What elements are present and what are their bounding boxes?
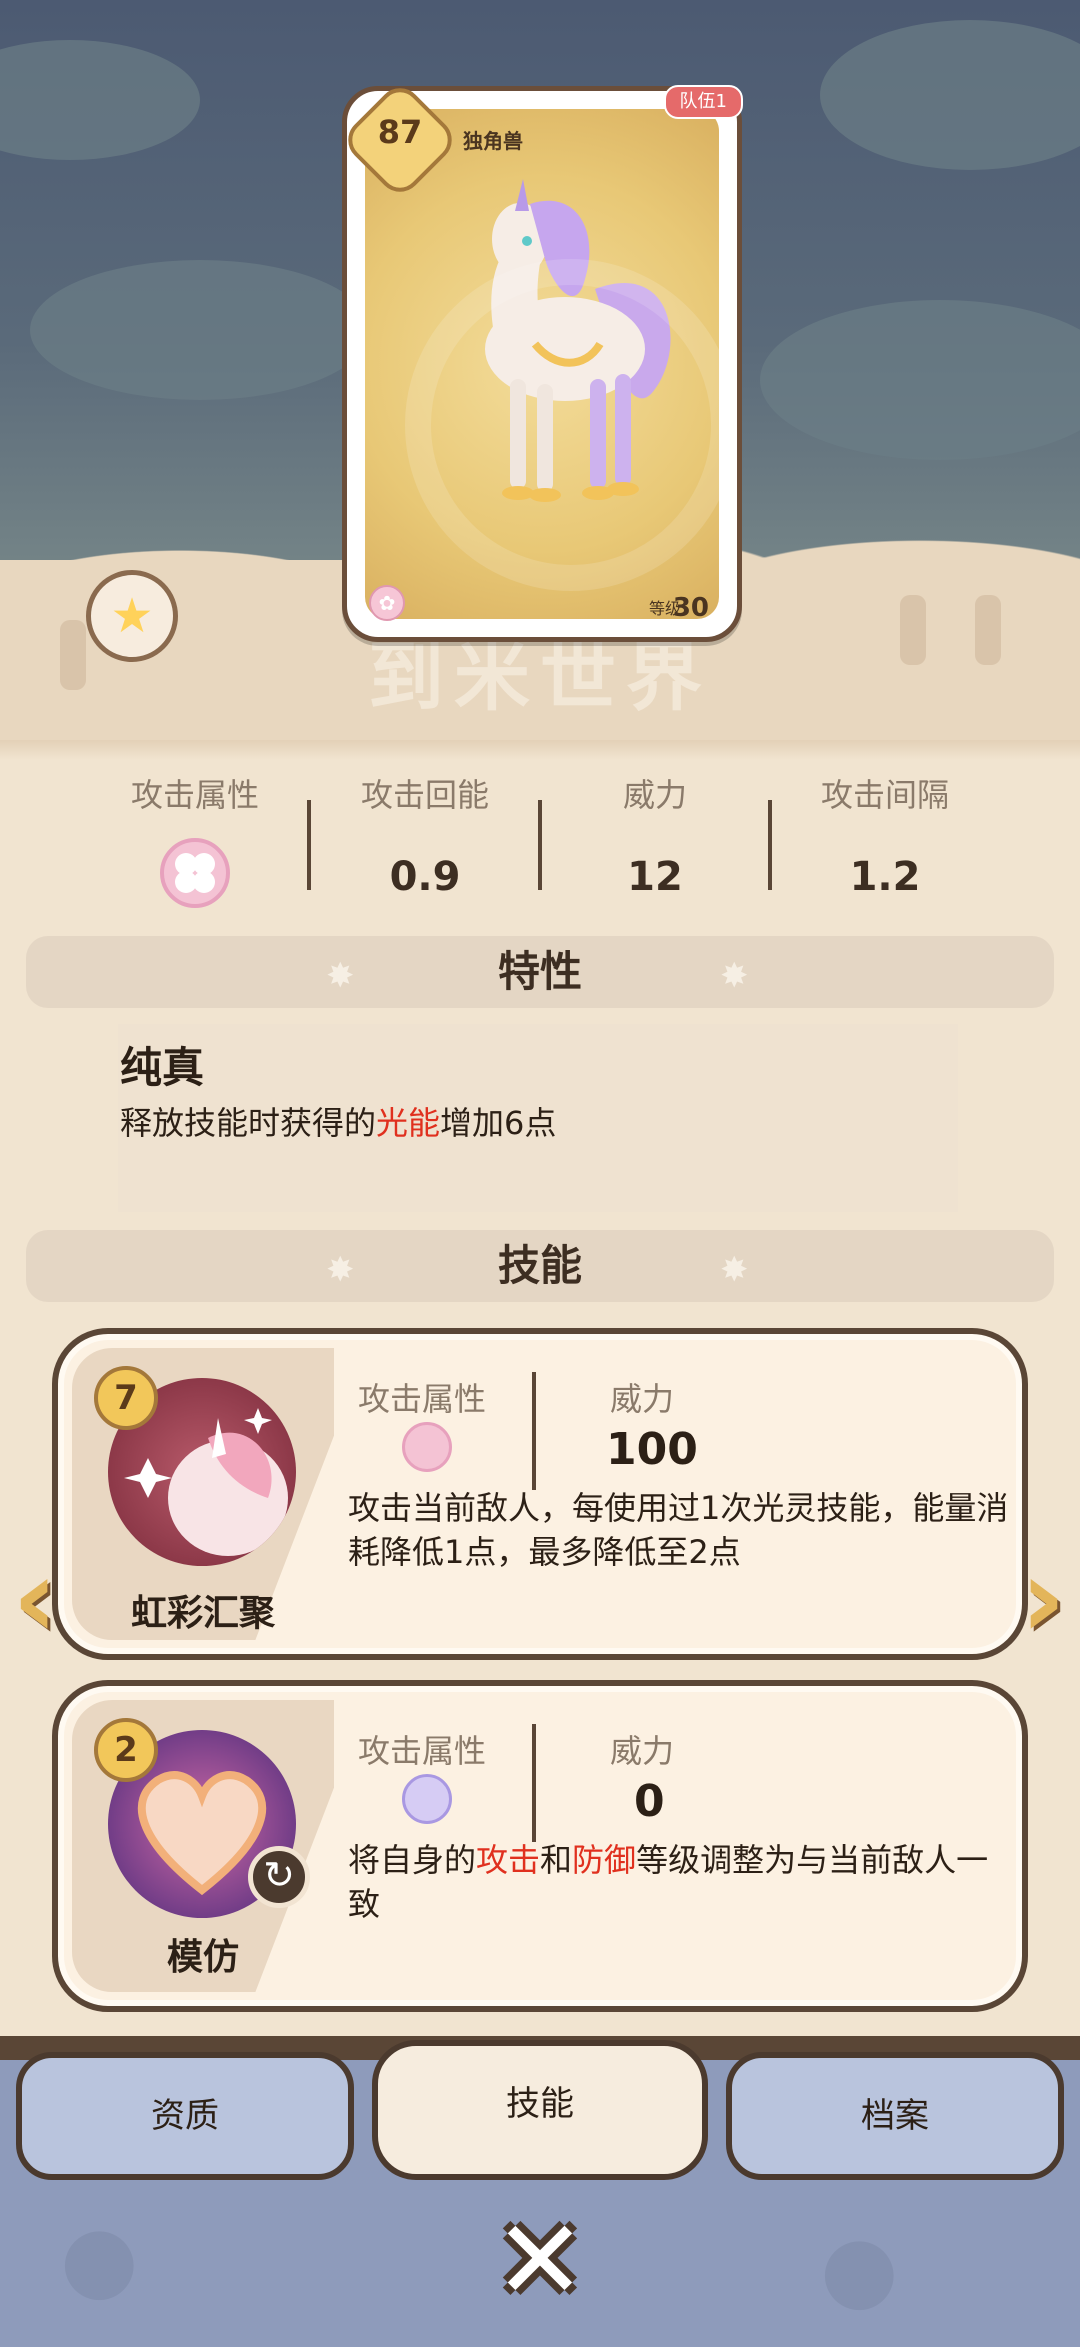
team-badge: 队伍1 xyxy=(663,85,743,119)
card-artwork xyxy=(365,109,719,619)
skill-power-label: 威力 xyxy=(610,1380,675,1418)
cloud xyxy=(30,260,370,400)
fence-post xyxy=(900,595,926,665)
skill-divider xyxy=(532,1372,536,1490)
trait-name: 纯真 xyxy=(120,1043,205,1092)
light-flower-icon xyxy=(402,1422,452,1472)
stat-value: 12 xyxy=(627,854,683,900)
highlight-text: 光能 xyxy=(376,1104,441,1142)
section-title: 技能 xyxy=(497,1241,582,1290)
section-title: 特性 xyxy=(497,947,582,996)
sparkle-icon: ✸ xyxy=(720,956,749,996)
skill-cost-badge: 2 xyxy=(94,1718,158,1782)
cloud xyxy=(0,40,200,160)
trait-description: 释放技能时获得的光能增加6点 xyxy=(120,1104,557,1142)
stat-label: 攻击间隔 xyxy=(820,776,949,814)
light-flower-icon: ✿ xyxy=(369,585,405,621)
stat-value: 1.2 xyxy=(849,854,921,900)
fence-post xyxy=(60,620,86,690)
stat-attack-type: 攻击属性 xyxy=(80,770,310,912)
sparkle-icon: ✸ xyxy=(326,956,355,996)
stat-label: 攻击属性 xyxy=(130,776,259,814)
skill-power-label: 威力 xyxy=(610,1732,675,1770)
next-arrow-icon[interactable]: › xyxy=(1010,1543,1076,1658)
skill-description: 攻击当前敌人，每使用过1次光灵技能，能量消耗降低1点，最多降低至2点 xyxy=(348,1489,1009,1571)
purple-orb-icon xyxy=(402,1774,452,1824)
fence-post xyxy=(975,595,1001,665)
tab-aptitude[interactable]: 资质 xyxy=(16,2052,354,2180)
stat-power: 威力 12 xyxy=(540,770,770,900)
rank-number: 87 xyxy=(377,113,423,151)
paw-icon: ● xyxy=(820,2216,899,2321)
cloud xyxy=(820,20,1080,170)
skill-cost-badge: 7 xyxy=(94,1366,158,1430)
light-flower-icon xyxy=(160,838,230,908)
divider-band xyxy=(0,740,1080,760)
sparkle-icon: ✸ xyxy=(326,1250,355,1290)
paw-icon: ● xyxy=(60,2206,139,2311)
sparkle-icon: ✸ xyxy=(720,1250,749,1290)
close-icon[interactable]: ✕ xyxy=(490,2205,590,2315)
character-card[interactable]: 87 队伍1 独角兽 ✿ 等级 30 xyxy=(339,79,743,642)
star-icon[interactable]: ★ xyxy=(86,570,178,662)
previous-arrow-icon[interactable]: ‹ xyxy=(2,1543,68,1658)
stat-value: 0.9 xyxy=(389,854,461,900)
skill-card[interactable]: ↻ 2 模仿 攻击属性 威力 0 将自身的攻击和防御等级调整为与当前敌人一致 xyxy=(52,1680,1028,2012)
card-name: 独角兽 xyxy=(463,129,523,153)
card-level-value: 30 xyxy=(672,593,709,623)
trait-section-header: ✸ 特性 ✸ xyxy=(26,936,1054,1008)
tab-skills[interactable]: 技能 xyxy=(372,2040,708,2180)
skill-power: 100 xyxy=(606,1424,698,1475)
refresh-icon[interactable]: ↻ xyxy=(248,1846,310,1908)
unicorn-illustration xyxy=(485,179,671,502)
cloud xyxy=(760,300,1080,460)
stat-label: 威力 xyxy=(622,776,687,814)
skill-type-label: 攻击属性 xyxy=(358,1732,487,1770)
skill-type-label: 攻击属性 xyxy=(358,1380,487,1418)
stat-attack-interval: 攻击间隔 1.2 xyxy=(770,770,1000,900)
tab-archive[interactable]: 档案 xyxy=(726,2052,1064,2180)
stat-energy-regen: 攻击回能 0.9 xyxy=(310,770,540,900)
skill-description: 将自身的攻击和防御等级调整为与当前敌人一致 xyxy=(348,1841,989,1923)
skill-divider xyxy=(532,1724,536,1842)
skill-power: 0 xyxy=(634,1776,665,1827)
stat-label: 攻击回能 xyxy=(360,776,489,814)
skill-section-header: ✸ 技能 ✸ xyxy=(26,1230,1054,1302)
skill-name: 模仿 xyxy=(166,1937,239,1978)
skill-name: 虹彩汇聚 xyxy=(130,1593,275,1634)
skill-card[interactable]: 7 虹彩汇聚 攻击属性 威力 100 攻击当前敌人，每使用过1次光灵技能，能量消… xyxy=(52,1328,1028,1660)
